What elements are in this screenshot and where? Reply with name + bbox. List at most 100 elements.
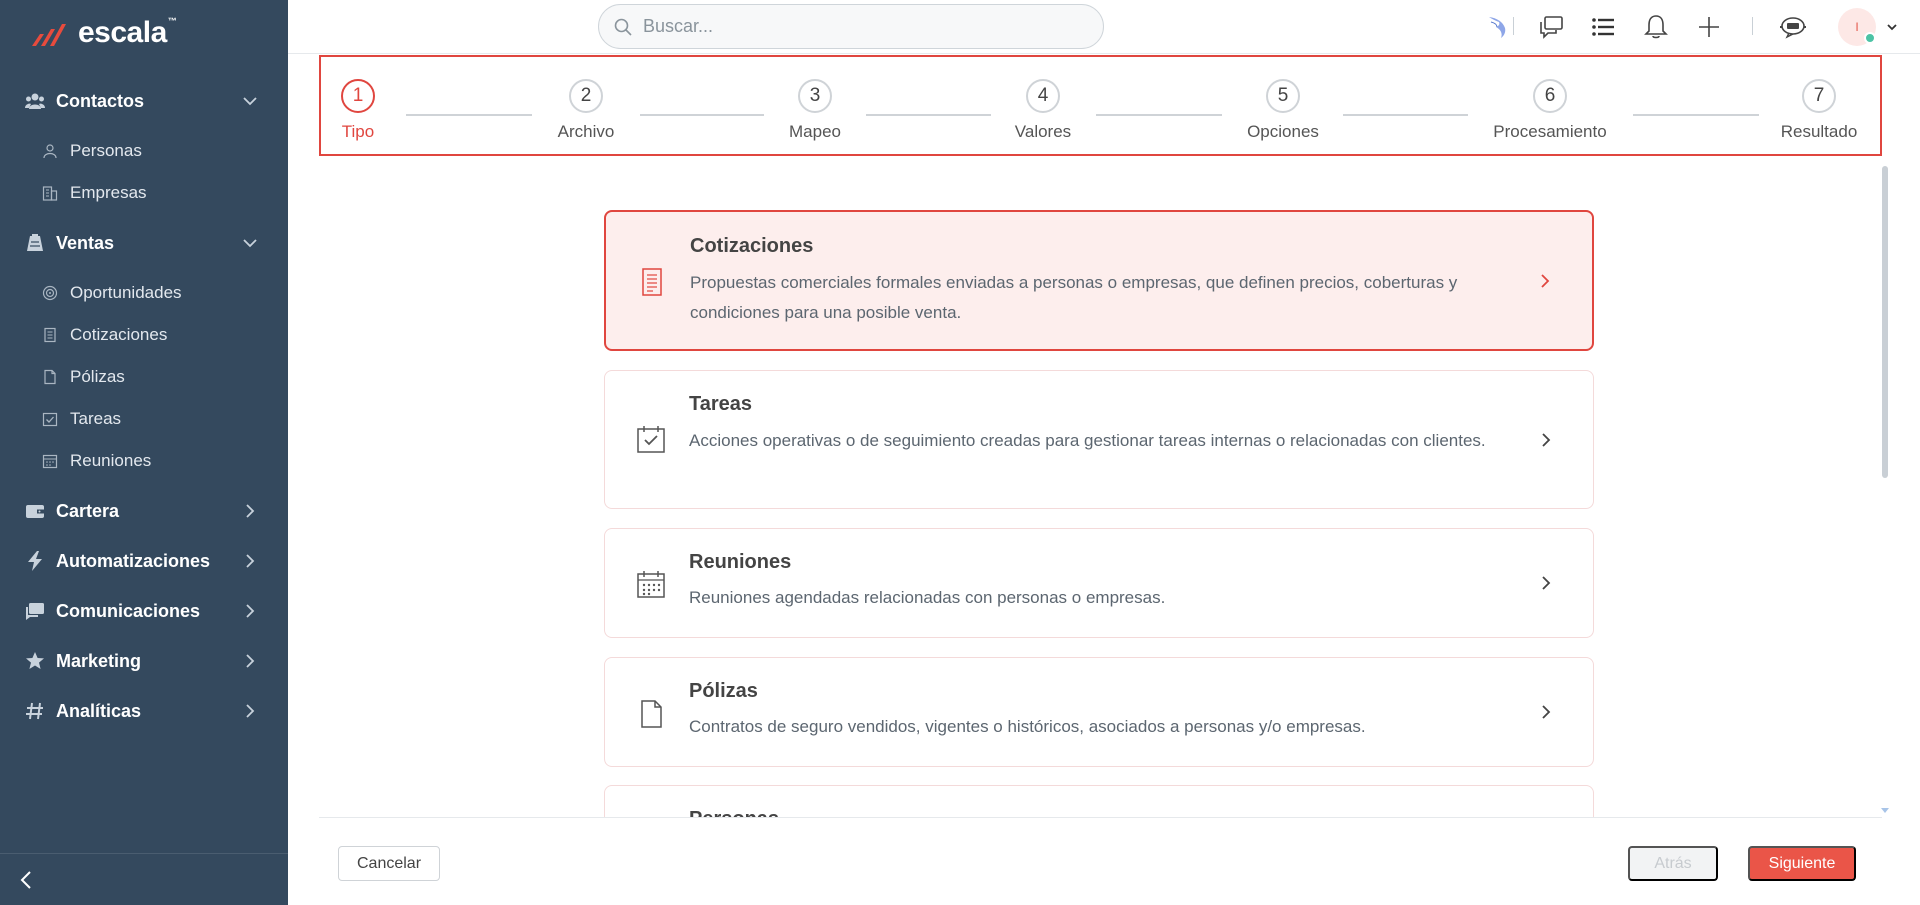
step-label: Tipo <box>341 122 375 141</box>
step-6[interactable]: 6 Procesamiento <box>1475 79 1625 142</box>
chevron-right-icon <box>1542 433 1551 447</box>
back-button[interactable]: Atrás <box>1628 846 1718 881</box>
chevron-right-icon <box>246 604 255 618</box>
step-connector <box>1343 114 1468 116</box>
sidebar-section-marketing[interactable]: Marketing <box>0 640 288 682</box>
sidebar-section-label: Marketing <box>56 650 142 671</box>
sidebar-section-cartera[interactable]: Cartera <box>0 490 288 532</box>
sidebar-item-empresas[interactable]: Empresas <box>0 172 288 214</box>
chevron-right-icon <box>1542 576 1551 590</box>
step-number: 1 <box>341 79 375 113</box>
list-icon[interactable] <box>1586 10 1620 44</box>
cancel-button[interactable]: Cancelar <box>338 846 440 881</box>
step-label: Valores <box>1014 122 1072 141</box>
sidebar-item-reuniones[interactable]: Reuniones <box>0 440 288 482</box>
contacts-icon <box>24 90 46 112</box>
step-label: Mapeo <box>789 122 841 141</box>
import-type-card-cotizaciones[interactable]: Cotizaciones Propuestas comerciales form… <box>604 210 1594 351</box>
step-5[interactable]: 5 Opciones <box>1230 79 1336 142</box>
sidebar-section-analiticas[interactable]: Analíticas <box>0 690 288 732</box>
sidebar-section-label: Automatizaciones <box>56 550 211 571</box>
sidebar-section-automatizaciones[interactable]: Automatizaciones <box>0 540 288 582</box>
task-icon <box>42 412 58 427</box>
step-7[interactable]: 7 Resultado <box>1766 79 1872 142</box>
card-description: Propuestas comerciales formales enviadas… <box>690 273 1458 322</box>
sidebar-item-label: Cotizaciones <box>70 325 168 344</box>
logo-text: escala™ <box>78 16 177 49</box>
chevron-right-icon <box>1542 705 1551 719</box>
sidebar-item-tareas[interactable]: Tareas <box>0 398 288 440</box>
sidebar-section-ventas[interactable]: Ventas <box>0 222 288 264</box>
logo[interactable]: escala™ <box>30 16 177 50</box>
support-chat-icon[interactable] <box>1776 10 1810 44</box>
avatar-initial: I <box>1855 20 1859 34</box>
sidebar-item-label: Pólizas <box>70 367 125 386</box>
import-type-card-reuniones[interactable]: Reuniones Reuniones agendadas relacionad… <box>604 528 1594 638</box>
person-icon <box>43 144 57 159</box>
calendar-icon <box>637 571 665 598</box>
sidebar-collapse-button[interactable] <box>0 853 288 905</box>
import-stepper: 1 Tipo 2 Archivo 3 Mapeo 4 Valores 5 Opc… <box>319 55 1882 156</box>
divider <box>1513 17 1514 35</box>
step-number: 4 <box>1026 79 1060 113</box>
import-type-card-tareas[interactable]: Tareas Acciones operativas o de seguimie… <box>604 370 1594 509</box>
plus-icon[interactable] <box>1692 10 1726 44</box>
chevron-down-icon <box>243 97 257 106</box>
step-3[interactable]: 3 Mapeo <box>771 79 859 142</box>
chat-bubbles-icon[interactable] <box>1534 10 1568 44</box>
content-scrollbar[interactable] <box>1882 166 1888 478</box>
import-type-list: Cotizaciones Propuestas comerciales form… <box>604 210 1594 817</box>
chevron-right-icon <box>1541 274 1550 288</box>
step-number: 6 <box>1533 79 1567 113</box>
search-input[interactable] <box>643 16 1083 37</box>
import-type-card-polizas[interactable]: Pólizas Contratos de seguro vendidos, vi… <box>604 657 1594 767</box>
step-4[interactable]: 4 Valores <box>998 79 1088 142</box>
scroll-down-arrow-icon[interactable] <box>1881 808 1889 814</box>
bird-icon[interactable] <box>1481 10 1515 44</box>
divider <box>319 817 1882 818</box>
bolt-icon <box>24 550 46 572</box>
card-title: Personas <box>689 808 779 817</box>
step-number: 2 <box>569 79 603 113</box>
sidebar-section-label: Contactos <box>56 90 145 111</box>
sidebar-item-label: Personas <box>70 141 142 160</box>
sidebar-section-label: Analíticas <box>56 700 142 721</box>
building-icon <box>42 186 58 201</box>
chevron-down-icon <box>243 239 257 248</box>
chevron-down-icon[interactable] <box>1882 10 1902 44</box>
sidebar-item-label: Tareas <box>70 409 122 428</box>
step-label: Resultado <box>1780 122 1858 141</box>
step-number: 5 <box>1266 79 1300 113</box>
search-box[interactable] <box>598 4 1104 49</box>
sidebar: escala™ Contactos Personas Empresas Vent… <box>0 0 288 905</box>
sidebar-section-contactos[interactable]: Contactos <box>0 80 288 122</box>
step-1[interactable]: 1 Tipo <box>333 79 383 142</box>
sidebar-item-cotizaciones[interactable]: Cotizaciones <box>0 314 288 356</box>
import-type-card-personas[interactable]: Personas <box>604 785 1594 817</box>
task-icon <box>637 426 665 453</box>
chevron-right-icon <box>246 654 255 668</box>
hash-icon <box>24 700 46 722</box>
sidebar-item-polizas[interactable]: Pólizas <box>0 356 288 398</box>
sidebar-item-label: Reuniones <box>70 451 152 470</box>
chevron-left-icon <box>20 870 31 889</box>
document-icon <box>641 700 662 728</box>
sidebar-section-comunicaciones[interactable]: Comunicaciones <box>0 590 288 632</box>
bell-icon[interactable] <box>1639 10 1673 44</box>
chevron-right-icon <box>246 554 255 568</box>
step-2[interactable]: 2 Archivo <box>543 79 629 142</box>
card-title: Cotizaciones <box>690 235 814 257</box>
divider <box>1752 17 1753 35</box>
sidebar-item-label: Oportunidades <box>70 283 182 302</box>
search-icon <box>614 18 632 36</box>
card-title: Reuniones <box>689 551 792 573</box>
step-number: 7 <box>1802 79 1836 113</box>
step-label: Procesamiento <box>1493 122 1607 141</box>
sidebar-item-oportunidades[interactable]: Oportunidades <box>0 272 288 314</box>
sidebar-section-label: Cartera <box>56 500 120 521</box>
document-icon <box>44 369 56 385</box>
next-button[interactable]: Siguiente <box>1748 846 1856 881</box>
sidebar-item-personas[interactable]: Personas <box>0 130 288 172</box>
card-description: Contratos de seguro vendidos, vigentes o… <box>689 717 1366 736</box>
step-number: 3 <box>798 79 832 113</box>
